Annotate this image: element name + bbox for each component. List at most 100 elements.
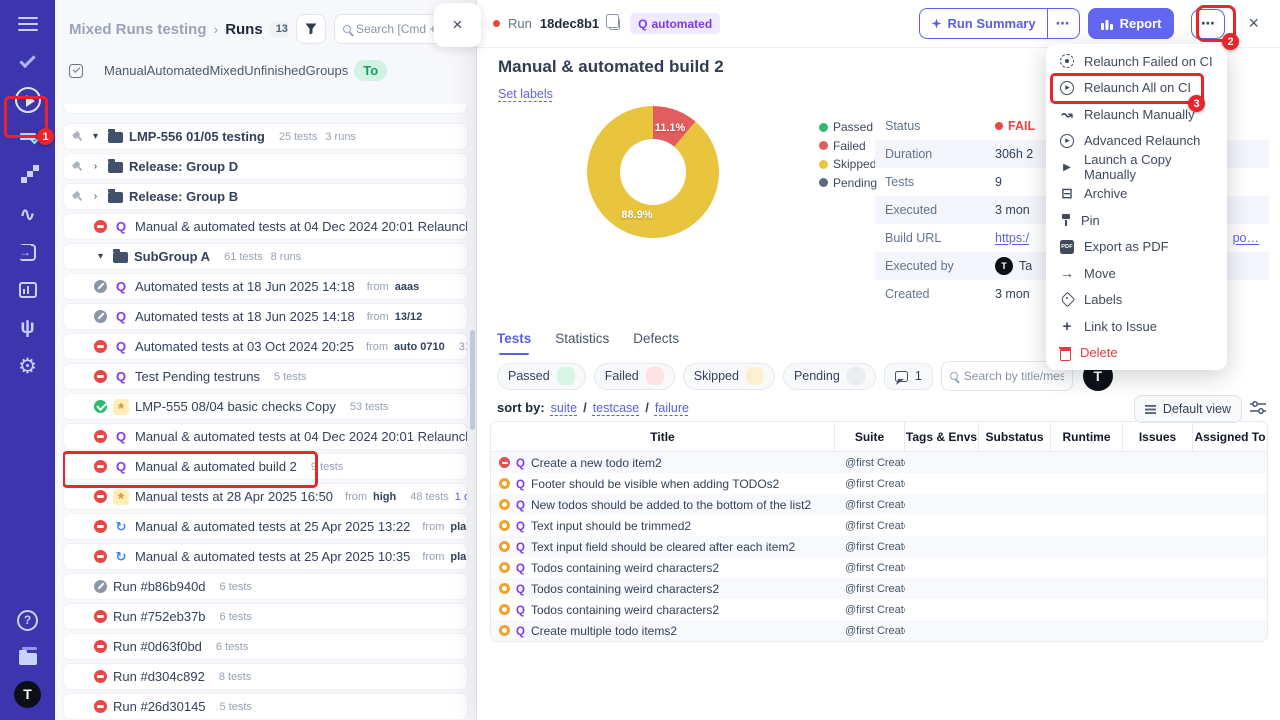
test-row[interactable]: Todos containing weird characters2 @firs… <box>491 557 1267 578</box>
chevron-icon[interactable]: › <box>89 161 102 172</box>
menu-item[interactable]: Labels <box>1046 287 1227 314</box>
runs-filter-tab[interactable]: Manual <box>104 63 147 78</box>
menu-item[interactable]: Export as PDF <box>1046 234 1227 261</box>
scrollbar-thumb[interactable] <box>470 330 475 430</box>
status-filter-chip[interactable]: Skipped <box>682 362 775 390</box>
sort-by-failure-link[interactable]: failure <box>655 401 689 415</box>
filter-button[interactable] <box>296 14 326 44</box>
copy-icon[interactable] <box>605 14 621 30</box>
group-row[interactable]: › Release: Group B <box>63 183 468 210</box>
default-view-button[interactable]: Default view <box>1133 395 1242 423</box>
test-row[interactable]: Create a new todo item2 @first Create … <box>491 452 1267 473</box>
runs-filter-tab[interactable]: Unfinished <box>244 63 305 78</box>
column-header[interactable]: Substatus <box>979 422 1051 451</box>
select-runs-icon[interactable] <box>69 63 83 78</box>
menu-item[interactable]: Pin <box>1046 207 1227 234</box>
test-row[interactable]: Footer should be visible when adding TOD… <box>491 473 1267 494</box>
menu-item[interactable]: Move <box>1046 260 1227 287</box>
tests-search-input[interactable] <box>963 369 1064 383</box>
play-circle-icon[interactable] <box>13 87 43 113</box>
run-row[interactable]: Manual & automated tests at 04 Dec 2024 … <box>63 423 468 450</box>
runs-filter-tab[interactable]: Mixed <box>210 63 245 78</box>
run-tests-count: 53 tests <box>349 400 389 413</box>
run-row[interactable]: Automated tests at 18 Jun 2025 14:18 fro… <box>63 273 468 300</box>
run-row[interactable]: Run #26d30145 5 tests <box>63 693 468 720</box>
menu-item[interactable]: Relaunch Failed on CI <box>1046 48 1227 75</box>
sort-by-suite-link[interactable]: suite <box>551 401 577 415</box>
run-row[interactable]: Run #0d63f0bd 6 tests <box>63 633 468 660</box>
status-filter-chip[interactable]: Passed <box>497 362 586 390</box>
test-row[interactable]: Todos containing weird characters2 @firs… <box>491 578 1267 599</box>
run-row[interactable]: Automated tests at 03 Oct 2024 20:25 fro… <box>63 333 468 360</box>
runs-filter-tab[interactable]: Groups <box>306 63 349 78</box>
run-title: Manual & automated tests at 25 Apr 2025 … <box>135 519 411 534</box>
run-row[interactable]: Automated tests at 18 Jun 2025 14:18 fro… <box>63 303 468 330</box>
column-header[interactable]: Assigned To <box>1193 422 1267 451</box>
run-row[interactable]: LMP-555 08/04 basic checks Copy 53 tests <box>63 393 468 420</box>
detail-tab[interactable]: Statistics <box>555 331 609 352</box>
menu-item[interactable]: Archive <box>1046 181 1227 208</box>
comments-filter-chip[interactable]: 1 <box>883 362 933 390</box>
group-row[interactable]: ▾ LMP-556 01/05 testing 25 tests 3 runs <box>63 123 468 150</box>
column-header[interactable]: Tags & Envs <box>905 422 979 451</box>
import-icon[interactable] <box>13 240 43 264</box>
steps-icon[interactable] <box>13 164 43 188</box>
menu-item[interactable]: Link to Issue <box>1046 313 1227 340</box>
detail-tab[interactable]: Tests <box>497 331 531 355</box>
test-row[interactable]: Text input field should be cleared after… <box>491 536 1267 557</box>
run-row[interactable]: Run #b86b940d 6 tests <box>63 573 468 600</box>
detail-tab[interactable]: Defects <box>633 331 679 352</box>
test-row[interactable]: Todos containing weird characters2 @firs… <box>491 599 1267 620</box>
run-defects-link[interactable]: 1 defects <box>455 491 467 503</box>
more-actions-button[interactable]: ⋯ <box>1191 8 1226 39</box>
run-row[interactable]: Manual & automated tests at 25 Apr 2025 … <box>63 513 468 540</box>
menu-item[interactable]: Delete <box>1046 340 1227 367</box>
test-row[interactable]: New todos should be added to the bottom … <box>491 494 1267 515</box>
close-panel-button[interactable]: × <box>1243 11 1264 36</box>
column-header[interactable]: Issues <box>1123 422 1193 451</box>
hamburger-menu-icon[interactable] <box>13 12 43 36</box>
status-filter-chip[interactable]: Failed <box>593 362 675 390</box>
column-header[interactable]: Title <box>491 422 835 451</box>
runs-filter-tab[interactable]: Automated <box>147 63 210 78</box>
run-row[interactable]: Manual tests at 28 Apr 2025 16:50 from h… <box>63 483 468 510</box>
run-row[interactable]: Run #752eb37b 6 tests <box>63 603 468 630</box>
test-row[interactable]: Text input should be trimmed2 @first Cre… <box>491 515 1267 536</box>
menu-item[interactable]: Launch a Copy Manually <box>1046 152 1227 182</box>
breadcrumb-separator-icon: › <box>213 21 219 37</box>
run-row[interactable]: Manual & automated tests at 04 Dec 2024 … <box>63 213 468 240</box>
runs-filter-tab[interactable]: To <box>354 60 388 81</box>
projects-folders-icon[interactable] <box>13 645 43 669</box>
run-summary-button[interactable]: Run Summary <box>920 9 1046 38</box>
app-logo[interactable]: T <box>13 680 43 708</box>
column-header[interactable]: Suite <box>835 422 905 451</box>
menu-item[interactable]: Advanced Relaunch <box>1046 128 1227 155</box>
branch-icon[interactable] <box>13 316 43 340</box>
build-url-link[interactable]: po… <box>1233 231 1259 245</box>
column-header[interactable]: Runtime <box>1051 422 1123 451</box>
help-icon[interactable] <box>13 608 43 632</box>
analytics-chart-icon[interactable] <box>13 278 43 302</box>
sort-by-testcase-link[interactable]: testcase <box>593 401 640 415</box>
settings-gear-icon[interactable] <box>13 354 43 378</box>
group-row[interactable]: ▾ SubGroup A 61 tests 8 runs <box>63 243 468 270</box>
group-row[interactable]: › Release: Group D <box>63 153 468 180</box>
popover-close-button[interactable]: × <box>445 11 471 39</box>
status-filter-chip[interactable]: Pending <box>782 362 876 390</box>
failed-icon <box>499 457 510 468</box>
chevron-icon[interactable]: › <box>89 191 102 202</box>
pulse-icon[interactable] <box>13 202 43 226</box>
checkmark-icon[interactable] <box>13 50 43 74</box>
column-settings-icon[interactable] <box>1250 400 1266 416</box>
chevron-icon[interactable]: ▾ <box>94 251 107 262</box>
run-row[interactable]: Manual & automated tests at 25 Apr 2025 … <box>63 543 468 570</box>
run-summary-more-button[interactable]: ⋯ <box>1046 9 1079 38</box>
test-row[interactable]: Create multiple todo items2 @first Creat… <box>491 620 1267 641</box>
breadcrumb-project[interactable]: Mixed Runs testing <box>69 21 207 38</box>
report-button[interactable]: Report <box>1087 8 1175 39</box>
set-labels-link[interactable]: Set labels <box>498 87 553 101</box>
run-row[interactable]: Test Pending testruns 5 tests <box>63 363 468 390</box>
chevron-icon[interactable]: ▾ <box>89 131 102 142</box>
run-row-selected[interactable]: Manual & automated build 2 9 tests <box>63 451 468 488</box>
run-row[interactable]: Run #d304c892 8 tests <box>63 663 468 690</box>
